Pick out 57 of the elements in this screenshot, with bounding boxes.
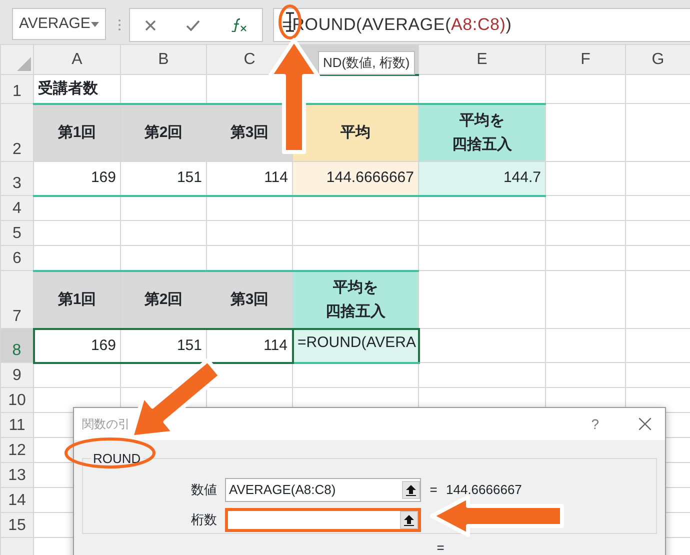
arrow-up-icon: [404, 514, 414, 526]
cell-text: 四捨五入: [451, 134, 513, 155]
table-cell: 第1回: [34, 270, 120, 328]
table-cell: 144.6666667: [292, 162, 418, 196]
cell-text: 平均を: [458, 110, 506, 131]
row-header[interactable]: 1: [0, 74, 34, 104]
equals-sign: =: [428, 481, 438, 500]
table-cell: 第3回: [206, 270, 292, 328]
row-header[interactable]: 6: [0, 246, 34, 270]
dialog-title: 関数の引: [82, 416, 130, 433]
table-cell: 151: [120, 328, 206, 362]
check-icon[interactable]: [186, 20, 200, 30]
column-header[interactable]: F: [546, 44, 626, 74]
row-header[interactable]: 12: [0, 438, 34, 462]
row-header[interactable]: 15: [0, 512, 34, 538]
table-cell: =ROUND(AVERA: [292, 328, 418, 362]
equals-sign: =: [436, 539, 446, 555]
row-header[interactable]: 4: [0, 196, 34, 220]
column-header[interactable]: E: [418, 44, 546, 74]
tooltip: ND(数値, 桁数): [318, 51, 415, 74]
row-header[interactable]: 10: [0, 388, 34, 412]
close-icon[interactable]: [639, 418, 651, 430]
table-cell: 第2回: [120, 104, 206, 162]
argument-result: 144.6666667: [446, 481, 522, 500]
row-header[interactable]: 11: [0, 412, 34, 438]
grip-icon[interactable]: [118, 19, 121, 31]
cancel-icon[interactable]: [145, 20, 156, 30]
table-cell: 第1回: [34, 104, 120, 162]
row-header[interactable]: 7: [0, 270, 34, 328]
row-header[interactable]: 9: [0, 362, 34, 388]
arrow-up-icon: [406, 484, 416, 496]
table-cell: 平均: [292, 104, 418, 162]
row-header[interactable]: 3: [0, 162, 34, 196]
row-header[interactable]: 14: [0, 488, 34, 512]
row-header[interactable]: 8: [0, 328, 34, 362]
column-header[interactable]: B: [120, 44, 206, 74]
argument-label: 数値: [190, 481, 218, 500]
argument-label: 桁数: [190, 511, 218, 530]
table-cell: 144.7: [418, 162, 546, 196]
row-header[interactable]: 5: [0, 220, 34, 246]
table-cell: 151: [120, 162, 206, 196]
column-header[interactable]: A: [34, 44, 120, 74]
row-header[interactable]: 13: [0, 462, 34, 488]
name-box[interactable]: AVERAGE: [12, 8, 106, 40]
argument-field[interactable]: [225, 508, 421, 532]
help-button[interactable]: ?: [591, 414, 599, 434]
function-icon[interactable]: [230, 18, 247, 32]
table-cell: 第2回: [120, 270, 206, 328]
cell-text: 四捨五入: [324, 302, 386, 322]
column-header[interactable]: G: [626, 44, 690, 74]
collapse-button[interactable]: [400, 511, 418, 529]
row-header[interactable]: 2: [0, 104, 34, 162]
collapse-button[interactable]: [402, 481, 420, 499]
table-cell: 169: [34, 328, 120, 362]
cell-text: 平均を: [332, 278, 379, 298]
table-cell: 169: [34, 162, 120, 196]
argument-field[interactable]: AVERAGE(A8:C8): [225, 478, 421, 502]
